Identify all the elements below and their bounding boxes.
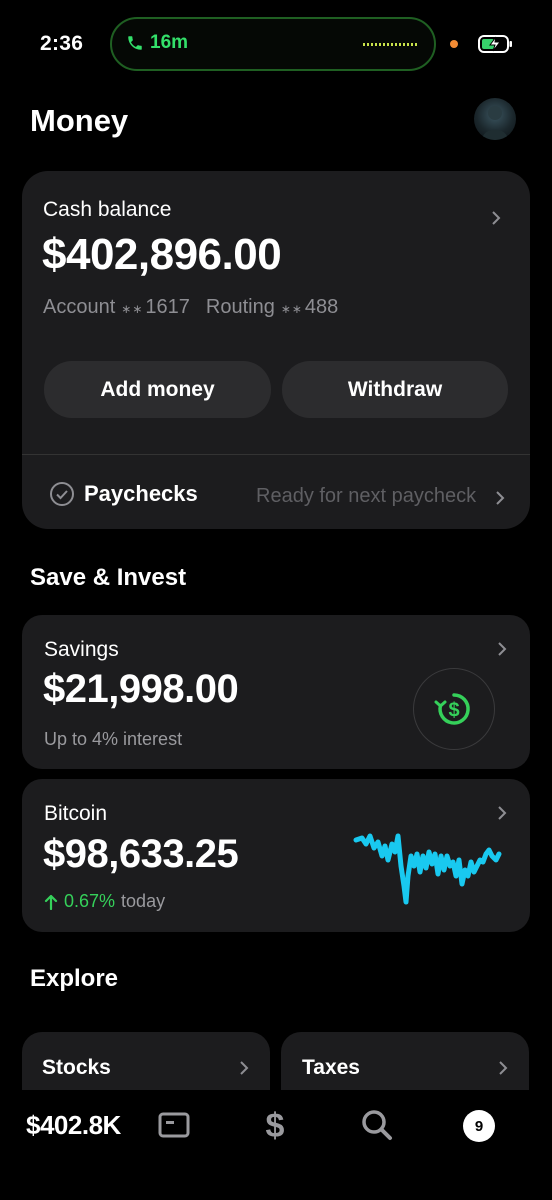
account-routing-info[interactable]: Account ∗∗ 1617 Routing ∗∗ 488 (43, 296, 338, 319)
account-label: Account (43, 296, 116, 318)
arrow-up-icon (44, 894, 58, 910)
card-divider (22, 454, 530, 455)
add-money-button[interactable]: Add money (44, 361, 271, 418)
savings-amount: $21,998.00 (43, 667, 239, 711)
svg-text:$: $ (266, 1107, 285, 1144)
bitcoin-change-period: today (121, 891, 166, 911)
chevron-right-icon[interactable] (497, 1060, 509, 1076)
status-time: 2:36 (40, 32, 84, 55)
bitcoin-change: 0.67% today (44, 891, 165, 912)
paychecks-label[interactable]: Paychecks (84, 481, 198, 507)
cash-balance-label: Cash balance (43, 198, 172, 221)
savings-icon-ring: $ (413, 668, 495, 750)
account-mask: ∗∗ (121, 302, 144, 316)
card-icon[interactable] (158, 1111, 190, 1139)
routing-last-digits: 488 (304, 296, 339, 318)
withdraw-button[interactable]: Withdraw (282, 361, 508, 418)
routing-label: Routing (205, 296, 275, 318)
chevron-right-icon[interactable] (238, 1060, 250, 1076)
bitcoin-sparkline (353, 833, 502, 905)
avatar[interactable] (474, 98, 516, 140)
bitcoin-amount: $98,633.25 (43, 832, 239, 876)
chevron-right-icon[interactable] (496, 805, 508, 821)
battery-charging-icon (478, 35, 512, 53)
chevron-right-icon[interactable] (496, 641, 508, 657)
chevron-right-icon[interactable] (490, 210, 502, 226)
audio-waveform (363, 43, 417, 46)
section-title-save-invest: Save & Invest (30, 564, 187, 591)
bitcoin-label: Bitcoin (44, 802, 108, 825)
search-icon[interactable] (360, 1108, 394, 1142)
routing-mask: ∗∗ (280, 302, 303, 316)
cash-balance-card[interactable] (22, 171, 530, 529)
account-last-digits: 1617 (145, 296, 190, 318)
check-circle-icon (50, 482, 74, 506)
savings-label: Savings (44, 638, 119, 661)
dollar-circle-icon: $ (434, 693, 470, 725)
section-title-explore: Explore (30, 965, 119, 992)
bitcoin-change-percent: 0.67% (64, 891, 116, 911)
cash-balance-amount: $402,896.00 (42, 230, 282, 279)
explore-tile-taxes-label: Taxes (302, 1056, 360, 1079)
paychecks-status[interactable]: Ready for next paycheck (256, 485, 476, 508)
chevron-right-icon[interactable] (494, 490, 506, 506)
dollar-icon[interactable]: $ (262, 1106, 288, 1144)
svg-text:$: $ (448, 700, 459, 722)
savings-interest: Up to 4% interest (44, 729, 183, 749)
call-duration: 16m (150, 32, 189, 53)
call-indicator[interactable]: 16m (126, 32, 188, 54)
explore-tile-stocks-label: Stocks (42, 1056, 111, 1079)
page-title: Money (30, 103, 129, 138)
nav-balance[interactable]: $402.8K (26, 1110, 121, 1141)
mic-indicator-dot (450, 40, 458, 48)
phone-icon (128, 36, 142, 50)
activity-notification-badge[interactable]: 9 (463, 1110, 495, 1142)
